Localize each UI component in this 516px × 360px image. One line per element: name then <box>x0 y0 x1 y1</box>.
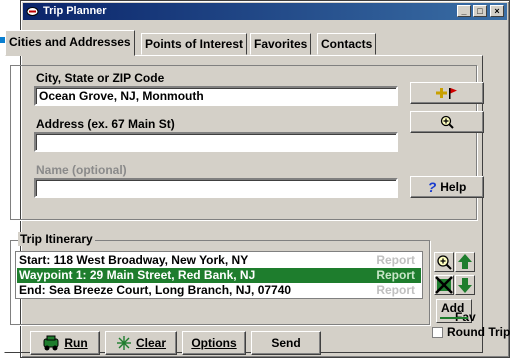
itinerary-row-text: End: Sea Breeze Court, Long Branch, NJ, … <box>19 283 292 297</box>
itinerary-row-waypoint[interactable]: Waypoint 1: 29 Main Street, Red Bank, NJ… <box>17 268 421 283</box>
tab-cities-and-addresses[interactable]: Cities and Addresses <box>5 30 135 56</box>
zoom-waypoint-button[interactable] <box>434 252 454 272</box>
zoom-in-icon <box>437 255 452 270</box>
itinerary-list[interactable]: Start: 118 West Broadway, New York, NY R… <box>15 251 423 299</box>
minimize-button[interactable]: _ <box>457 5 471 17</box>
zoom-address-button[interactable] <box>410 111 484 133</box>
maximize-button[interactable]: □ <box>473 5 487 17</box>
address-input[interactable] <box>34 132 398 152</box>
move-down-icon <box>458 278 472 293</box>
add-waypoint-icon <box>436 88 457 99</box>
delete-icon <box>435 276 453 294</box>
run-button[interactable]: Run <box>30 331 100 355</box>
itinerary-label: Trip Itinerary <box>18 232 95 246</box>
name-input[interactable] <box>34 178 398 198</box>
clear-label: Clear <box>135 336 167 350</box>
app-icon <box>26 7 39 16</box>
options-button[interactable]: Options <box>182 331 246 355</box>
send-button[interactable]: Send <box>251 331 321 355</box>
clear-icon <box>116 336 131 350</box>
tab-favorites[interactable]: Favorites <box>250 33 312 55</box>
delete-waypoint-button[interactable] <box>434 275 454 295</box>
run-label: Run <box>64 336 88 350</box>
options-label: Options <box>191 336 237 350</box>
add-waypoint-button[interactable] <box>410 82 484 104</box>
name-label: Name (optional) <box>36 163 127 177</box>
tab-contacts[interactable]: Contacts <box>317 33 377 55</box>
help-icon: ? <box>427 179 437 195</box>
title-bar[interactable]: Trip Planner _ □ × <box>23 3 507 20</box>
report-link[interactable]: Report <box>376 253 415 268</box>
city-input[interactable]: Ocean Grove, NJ, Monmouth <box>34 86 398 106</box>
help-button[interactable]: ? Help <box>410 176 484 198</box>
tab-points-of-interest[interactable]: Points of Interest <box>141 33 248 55</box>
report-link[interactable]: Report <box>376 268 415 283</box>
round-trip-label: Round Trip <box>447 325 511 339</box>
zoom-in-icon <box>440 115 454 129</box>
round-trip-checkbox[interactable]: Round Trip <box>432 325 510 339</box>
itinerary-row-start[interactable]: Start: 118 West Broadway, New York, NY R… <box>17 253 421 268</box>
move-up-button[interactable] <box>455 252 475 272</box>
run-icon <box>43 335 59 351</box>
help-label: Help <box>440 180 467 194</box>
window-title: Trip Planner <box>43 5 107 17</box>
itinerary-row-end[interactable]: End: Sea Breeze Court, Long Branch, NJ, … <box>17 283 421 298</box>
add-favorite-button[interactable]: Add Fav <box>436 299 476 324</box>
move-up-icon <box>458 254 472 269</box>
address-label: Address (ex. 67 Main St) <box>36 117 175 131</box>
itinerary-row-text: Waypoint 1: 29 Main Street, Red Bank, NJ <box>19 268 256 282</box>
report-link[interactable]: Report <box>376 283 415 298</box>
itinerary-row-text: Start: 118 West Broadway, New York, NY <box>19 253 249 267</box>
clear-button[interactable]: Clear <box>105 331 177 355</box>
checkbox-box[interactable] <box>432 326 443 338</box>
close-button[interactable]: × <box>490 5 504 17</box>
send-label: Send <box>271 336 301 350</box>
city-label: City, State or ZIP Code <box>36 71 165 85</box>
add-fav-underline <box>440 317 468 319</box>
move-down-button[interactable] <box>455 275 475 295</box>
